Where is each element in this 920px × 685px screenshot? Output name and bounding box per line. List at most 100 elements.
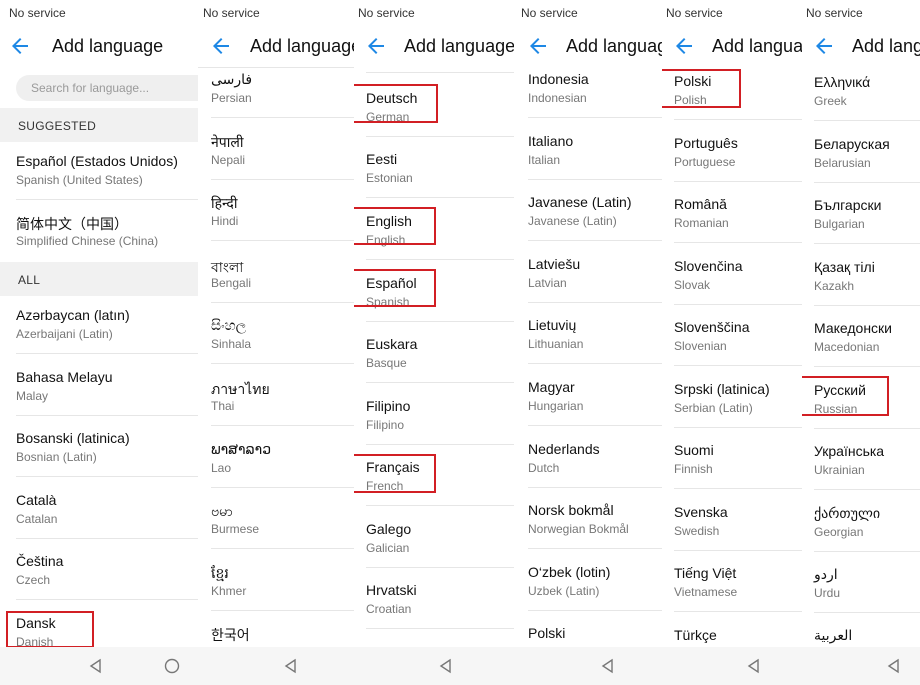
language-item[interactable]: فارسی Persian — [211, 71, 354, 133]
language-item-german[interactable]: Deutsch German — [366, 90, 514, 152]
language-name: Türkçe — [674, 627, 717, 643]
language-item-english[interactable]: English English — [366, 213, 514, 275]
language-name: Русский — [814, 382, 866, 398]
section-label: SUGGESTED — [18, 119, 97, 133]
language-item[interactable]: Javanese (Latin) Javanese (Latin) — [528, 194, 662, 256]
language-subtitle: Russian — [814, 402, 858, 416]
divider — [366, 136, 514, 137]
language-item-polish[interactable]: Polski Polish — [674, 73, 802, 135]
language-item[interactable]: Azərbaycan (latın) Azerbaijani (Latin) — [16, 307, 198, 369]
toolbar: Add language — [198, 26, 354, 66]
language-item[interactable]: Català Catalan — [16, 492, 198, 554]
divider — [674, 119, 802, 120]
divider — [16, 199, 198, 200]
language-item[interactable]: ภาษาไทย Thai — [211, 379, 354, 441]
language-item[interactable]: Indonesia Indonesian — [528, 71, 662, 133]
language-item[interactable]: Bosanski (latinica) Bosnian (Latin) — [16, 430, 198, 492]
language-item[interactable]: ພາສາລາວ Lao — [211, 441, 354, 503]
language-item[interactable]: ខ្មែរ Khmer — [211, 564, 354, 626]
language-subtitle: Georgian — [814, 525, 864, 539]
language-item[interactable]: සිංහල Sinhala — [211, 317, 354, 379]
language-item[interactable]: Italiano Italian — [528, 133, 662, 195]
language-item[interactable]: Tiếng Việt Vietnamese — [674, 565, 802, 627]
language-item[interactable]: Hrvatski Croatian — [366, 582, 514, 644]
language-item[interactable]: Srpski (latinica) Serbian (Latin) — [674, 381, 802, 443]
status-bar-text: No service — [358, 6, 415, 20]
language-item[interactable]: Galego Galician — [366, 521, 514, 583]
nav-home-icon[interactable] — [164, 658, 180, 674]
language-item[interactable]: Bahasa Melayu Malay — [16, 369, 198, 431]
nav-back-icon[interactable] — [88, 658, 104, 674]
toolbar: Add language — [662, 26, 802, 66]
back-arrow-icon[interactable] — [364, 34, 392, 58]
section-header-all: ALL — [0, 262, 198, 296]
language-item-russian[interactable]: Русский Russian — [814, 382, 920, 444]
divider — [814, 366, 920, 367]
language-item[interactable]: Українська Ukrainian — [814, 443, 920, 505]
language-item[interactable]: Македонски Macedonian — [814, 320, 920, 382]
divider — [211, 302, 354, 303]
language-subtitle: Dutch — [528, 461, 560, 475]
language-item[interactable]: Magyar Hungarian — [528, 379, 662, 441]
language-item[interactable]: Português Portuguese — [674, 135, 802, 197]
language-item[interactable]: Español (Estados Unidos) Spanish (United… — [16, 153, 198, 215]
status-bar-text: No service — [521, 6, 578, 20]
status-bar-text: No service — [666, 6, 723, 20]
divider — [814, 551, 920, 552]
language-item[interactable]: Қазақ тілі Kazakh — [814, 259, 920, 321]
language-item[interactable]: Latviešu Latvian — [528, 256, 662, 318]
nav-back-icon[interactable] — [886, 658, 902, 674]
language-item[interactable]: Suomi Finnish — [674, 442, 802, 504]
nav-back-icon[interactable] — [600, 658, 616, 674]
divider — [211, 179, 354, 180]
language-subtitle: Sinhala — [211, 337, 252, 351]
back-arrow-icon[interactable] — [812, 34, 840, 58]
language-name: नेपाली — [211, 134, 244, 150]
language-item[interactable]: O‘zbek (lotin) Uzbek (Latin) — [528, 564, 662, 626]
language-item[interactable]: Svenska Swedish — [674, 504, 802, 566]
language-item[interactable]: Беларуская Belarusian — [814, 136, 920, 198]
language-item[interactable]: Norsk bokmål Norwegian Bokmål — [528, 502, 662, 564]
language-item[interactable]: नेपाली Nepali — [211, 133, 354, 195]
language-item[interactable]: Čeština Czech — [16, 553, 198, 615]
language-item[interactable]: Lietuvių Lithuanian — [528, 317, 662, 379]
language-item[interactable]: Eesti Estonian — [366, 151, 514, 213]
language-item[interactable]: ქართული Georgian — [814, 505, 920, 567]
language-name: Lietuvių — [528, 317, 577, 333]
language-item[interactable]: ဗမာ Burmese — [211, 502, 354, 564]
language-item[interactable]: Ελληνικά Greek — [814, 74, 920, 136]
language-name: Slovenščina — [674, 319, 750, 335]
language-name: Magyar — [528, 379, 575, 395]
language-subtitle: Finnish — [674, 462, 713, 476]
back-arrow-icon[interactable] — [8, 34, 36, 58]
language-name: Svenska — [674, 504, 728, 520]
language-item[interactable]: Filipino Filipino — [366, 398, 514, 460]
language-subtitle: Galician — [366, 541, 410, 555]
language-subtitle: Polish — [674, 93, 707, 107]
language-item[interactable]: Slovenčina Slovak — [674, 258, 802, 320]
language-name: Galego — [366, 521, 412, 537]
back-arrow-icon[interactable] — [526, 34, 554, 58]
back-arrow-icon[interactable] — [672, 34, 700, 58]
language-item[interactable]: Română Romanian — [674, 196, 802, 258]
language-item[interactable]: Slovenščina Slovenian — [674, 319, 802, 381]
language-item[interactable]: Nederlands Dutch — [528, 441, 662, 503]
nav-back-icon[interactable] — [438, 658, 454, 674]
language-item[interactable]: Euskara Basque — [366, 336, 514, 398]
language-name: ქართული — [814, 505, 881, 521]
language-item-spanish[interactable]: Español Spanish — [366, 275, 514, 337]
language-name: Nederlands — [528, 441, 600, 457]
nav-back-icon[interactable] — [283, 658, 299, 674]
language-name: اردو — [814, 566, 838, 582]
language-item[interactable]: اردو Urdu — [814, 566, 920, 628]
back-arrow-icon[interactable] — [209, 34, 237, 58]
nav-back-icon[interactable] — [746, 658, 762, 674]
language-item[interactable]: Български Bulgarian — [814, 197, 920, 259]
language-item-french[interactable]: Français French — [366, 459, 514, 521]
language-item[interactable]: বাংলা Bengali — [211, 256, 354, 318]
divider — [211, 425, 354, 426]
search-input[interactable]: Search for language... — [16, 75, 198, 101]
language-subtitle: Malay — [16, 389, 49, 403]
language-subtitle: Latvian — [528, 276, 567, 290]
language-item[interactable]: हिन्दी Hindi — [211, 194, 354, 256]
